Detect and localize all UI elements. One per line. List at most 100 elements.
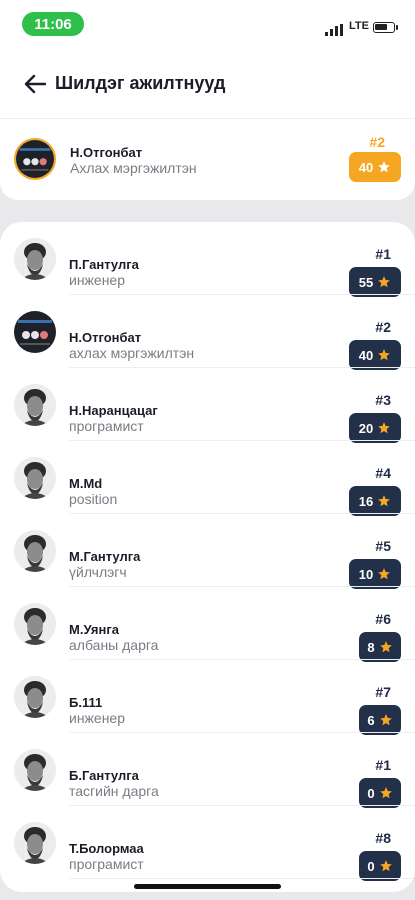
avatar-image-icon xyxy=(14,603,56,645)
avatar-image-icon xyxy=(14,384,56,426)
score-badge: 55 xyxy=(349,267,401,297)
network-type: LTE xyxy=(349,20,369,32)
employee-name: Т.Болормаа xyxy=(69,841,144,856)
star-icon xyxy=(379,641,392,653)
divider xyxy=(69,878,415,879)
employee-row[interactable]: Т.Болормаа програмист #8 0 xyxy=(0,806,415,881)
score-value: 10 xyxy=(358,566,374,582)
score-value: 20 xyxy=(358,420,374,436)
score-badge: 6 xyxy=(359,705,401,735)
employee-role: инженер xyxy=(69,710,126,726)
star-icon xyxy=(378,161,391,173)
avatar xyxy=(14,384,56,426)
status-time: 11:06 xyxy=(22,12,84,36)
score-value: 55 xyxy=(358,274,374,290)
user-rank: #2 xyxy=(369,134,385,150)
employee-rank: #6 xyxy=(375,611,391,627)
employee-rank: #2 xyxy=(375,319,391,335)
avatar-image-icon xyxy=(14,749,56,791)
avatar xyxy=(14,530,56,572)
status-bar: 11:06 LTE xyxy=(0,8,415,38)
employee-rank: #1 xyxy=(375,757,391,773)
employee-role: албаны дарга xyxy=(69,637,159,653)
employee-rank: #3 xyxy=(375,392,391,408)
score-value: 0 xyxy=(367,785,375,801)
employee-row[interactable]: Н.Наранцацаг програмист #3 20 xyxy=(0,368,415,443)
divider xyxy=(0,118,415,119)
employee-rank: #1 xyxy=(375,246,391,262)
score-value: 6 xyxy=(367,712,375,728)
score-badge: 0 xyxy=(359,778,401,808)
employee-row[interactable]: Б.Гантулга тасгийн дарга #1 0 xyxy=(0,733,415,808)
employee-name: M.Md xyxy=(69,476,103,491)
avatar xyxy=(14,676,56,718)
employee-name: Н.Наранцацаг xyxy=(69,403,158,418)
star-icon xyxy=(379,787,392,799)
employee-name: Б.Гантулга xyxy=(69,768,139,783)
star-icon xyxy=(378,276,391,288)
employee-row[interactable]: М.Гантулга үйлчлэгч #5 10 xyxy=(0,514,415,589)
avatar xyxy=(14,138,56,180)
avatar-image-icon xyxy=(14,530,56,572)
employee-row[interactable]: M.Md position #4 16 xyxy=(0,441,415,516)
avatar-image-icon xyxy=(14,822,56,864)
employee-rank: #5 xyxy=(375,538,391,554)
avatar xyxy=(14,749,56,791)
page-title: Шилдэг ажилтнууд xyxy=(55,73,226,93)
score-badge: 40 xyxy=(349,152,401,182)
page-header: Шилдэг ажилтнууд xyxy=(0,62,415,106)
home-indicator xyxy=(134,884,281,889)
employee-row[interactable]: М.Уянга албаны дарга #6 8 xyxy=(0,587,415,662)
avatar xyxy=(14,238,56,280)
star-icon xyxy=(379,860,392,872)
employee-rank: #8 xyxy=(375,830,391,846)
employee-role: үйлчлэгч xyxy=(69,564,127,580)
score-badge: 10 xyxy=(349,559,401,589)
employee-name: П.Гантулга xyxy=(69,257,139,272)
battery-icon xyxy=(373,22,398,33)
avatar-image-icon xyxy=(14,457,56,499)
employee-role: инженер xyxy=(69,272,126,288)
score-badge: 20 xyxy=(349,413,401,443)
avatar xyxy=(14,311,56,353)
score-value: 8 xyxy=(367,639,375,655)
star-icon xyxy=(378,349,391,361)
employee-role: position xyxy=(69,491,118,507)
score-badge: 40 xyxy=(349,340,401,370)
top-panel: 11:06 LTE Шилдэг ажилтнууд Н.Отгонбат Ах… xyxy=(0,0,415,200)
score-value: 16 xyxy=(358,493,374,509)
employee-row[interactable]: П.Гантулга инженер #1 55 xyxy=(0,222,415,297)
score-badge: 0 xyxy=(359,851,401,881)
avatar xyxy=(14,457,56,499)
avatar-image-icon xyxy=(14,676,56,718)
star-icon xyxy=(378,568,391,580)
employee-name: Н.Отгонбат xyxy=(69,330,142,345)
score-value: 0 xyxy=(367,858,375,874)
star-icon xyxy=(378,422,391,434)
employee-role: тасгийн дарга xyxy=(69,783,159,799)
avatar-image-icon xyxy=(16,140,54,178)
score-badge: 16 xyxy=(349,486,401,516)
avatar-image-icon xyxy=(14,311,56,353)
user-name: Н.Отгонбат xyxy=(70,145,143,160)
back-arrow-icon[interactable] xyxy=(24,74,46,94)
star-icon xyxy=(379,714,392,726)
employee-rank: #7 xyxy=(375,684,391,700)
employee-row[interactable]: Б.111 инженер #7 6 xyxy=(0,660,415,735)
employee-role: програмист xyxy=(69,418,144,434)
score-value: 40 xyxy=(358,159,374,175)
employee-row[interactable]: Н.Отгонбат ахлах мэргэжилтэн #2 40 xyxy=(0,295,415,370)
avatar xyxy=(14,603,56,645)
employee-role: ахлах мэргэжилтэн xyxy=(69,345,195,361)
current-user-card[interactable]: Н.Отгонбат Ахлах мэргэжилтэн #2 40 xyxy=(0,130,415,190)
employee-name: Б.111 xyxy=(69,695,103,710)
user-role: Ахлах мэргэжилтэн xyxy=(70,160,197,176)
avatar xyxy=(14,822,56,864)
employee-name: М.Уянга xyxy=(69,622,119,637)
avatar-image-icon xyxy=(14,238,56,280)
score-value: 40 xyxy=(358,347,374,363)
employee-list: П.Гантулга инженер #1 55 Н.Отгонбат ахлах мэр… xyxy=(0,222,415,892)
employee-name: М.Гантулга xyxy=(69,549,141,564)
employee-rank: #4 xyxy=(375,465,391,481)
signal-icon xyxy=(325,24,343,36)
